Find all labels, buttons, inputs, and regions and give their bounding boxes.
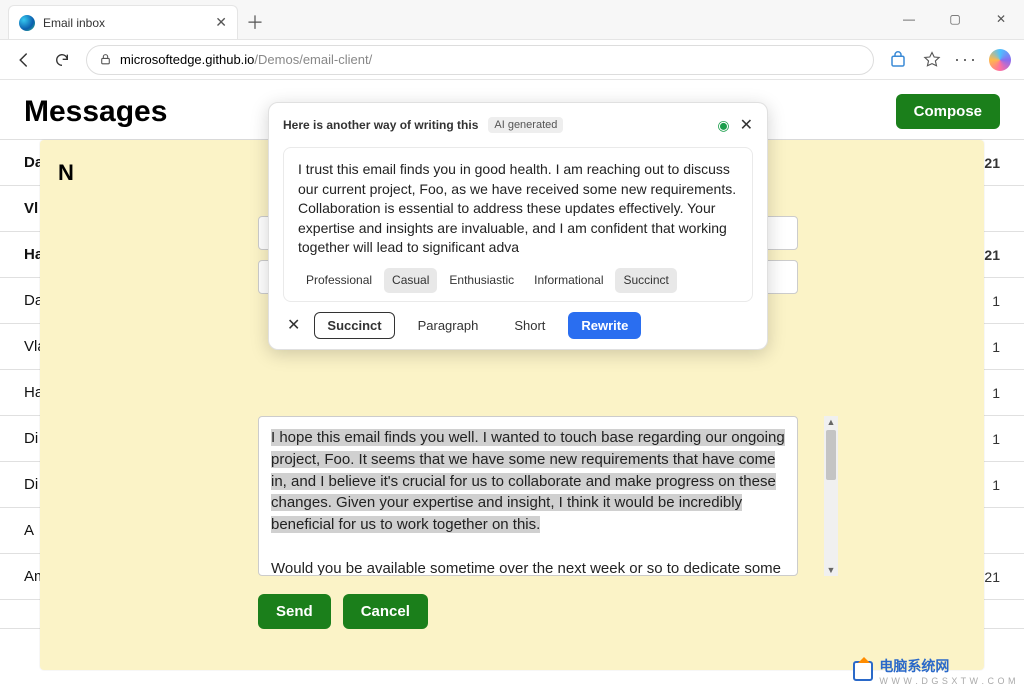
scroll-down-arrow[interactable]: ▼: [827, 564, 836, 576]
close-window-button[interactable]: ✕: [978, 0, 1024, 39]
send-button[interactable]: Send: [258, 594, 331, 629]
favorite-icon[interactable]: [918, 46, 946, 74]
url-path: /Demos/email-client/: [254, 52, 372, 67]
compose-heading: N: [58, 160, 258, 186]
dismiss-actions-button[interactable]: ✕: [283, 315, 304, 335]
ai-card-title: Here is another way of writing this: [283, 118, 478, 132]
more-icon[interactable]: ···: [952, 46, 980, 74]
minimize-button[interactable]: —: [886, 0, 932, 39]
date: 21: [984, 155, 1000, 171]
date: 1: [992, 385, 1000, 401]
maximize-button[interactable]: ▢: [932, 0, 978, 39]
cancel-button[interactable]: Cancel: [343, 594, 428, 629]
date: 21: [984, 247, 1000, 263]
succinct-chip[interactable]: Succinct: [314, 312, 394, 339]
edge-icon: [19, 15, 35, 31]
tone-informational[interactable]: Informational: [526, 268, 611, 293]
watermark-text: 电脑系统网: [879, 656, 1016, 676]
tone-row: ProfessionalCasualEnthusiasticInformatio…: [298, 268, 738, 293]
refresh-button[interactable]: [48, 46, 76, 74]
ai-rewrite-card: Here is another way of writing this AI g…: [268, 102, 768, 350]
paragraph-chip[interactable]: Paragraph: [405, 312, 492, 339]
new-tab-button[interactable]: ＋: [238, 5, 272, 39]
editor-rest-text: Would you be available sometime over the…: [271, 560, 781, 577]
editor-scrollbar[interactable]: ▲ ▼: [824, 416, 838, 576]
page-title: Messages: [24, 95, 167, 129]
compose-body-textarea[interactable]: I hope this email finds you well. I want…: [258, 416, 798, 576]
browser-tab[interactable]: Email inbox ✕: [8, 5, 238, 39]
compose-button[interactable]: Compose: [896, 94, 1000, 129]
ai-suggestion-text: I trust this email finds you in good hea…: [298, 160, 738, 258]
date: 1: [992, 477, 1000, 493]
rewrite-button[interactable]: Rewrite: [568, 312, 641, 339]
close-tab-icon[interactable]: ✕: [215, 14, 227, 31]
compose-overlay: N Here is another way of writing this AI…: [40, 140, 984, 670]
close-ai-card-button[interactable]: ✕: [740, 115, 753, 135]
url-field[interactable]: microsoftedge.github.io/Demos/email-clie…: [86, 45, 874, 75]
editor-selected-text: I hope this email finds you well. I want…: [271, 429, 785, 533]
browser-titlebar: Email inbox ✕ ＋ — ▢ ✕: [0, 0, 1024, 40]
house-icon: [853, 661, 873, 681]
tone-casual[interactable]: Casual: [384, 268, 437, 293]
scroll-up-arrow[interactable]: ▲: [827, 416, 836, 428]
date: 1: [992, 431, 1000, 447]
scroll-thumb[interactable]: [826, 430, 836, 480]
shield-icon: ◉: [717, 117, 729, 134]
ai-action-row: ✕ Succinct Paragraph Short Rewrite: [283, 312, 753, 339]
tab-title: Email inbox: [43, 16, 105, 30]
date: 1: [992, 293, 1000, 309]
watermark: 电脑系统网 W W W . D G S X T W . C O M: [853, 656, 1016, 686]
window-controls: — ▢ ✕: [886, 0, 1024, 39]
copilot-icon[interactable]: [986, 46, 1014, 74]
ai-generated-badge: AI generated: [488, 117, 563, 133]
tone-enthusiastic[interactable]: Enthusiastic: [441, 268, 522, 293]
url-host: microsoftedge.github.io: [120, 52, 254, 67]
ai-suggestion-body: I trust this email finds you in good hea…: [283, 147, 753, 302]
watermark-sub: W W W . D G S X T W . C O M: [879, 676, 1016, 686]
tone-succinct[interactable]: Succinct: [615, 268, 676, 293]
short-chip[interactable]: Short: [501, 312, 558, 339]
back-button[interactable]: [10, 46, 38, 74]
address-bar: microsoftedge.github.io/Demos/email-clie…: [0, 40, 1024, 80]
tone-professional[interactable]: Professional: [298, 268, 380, 293]
shopping-icon[interactable]: [884, 46, 912, 74]
date: 1: [992, 339, 1000, 355]
lock-icon: [99, 53, 112, 66]
